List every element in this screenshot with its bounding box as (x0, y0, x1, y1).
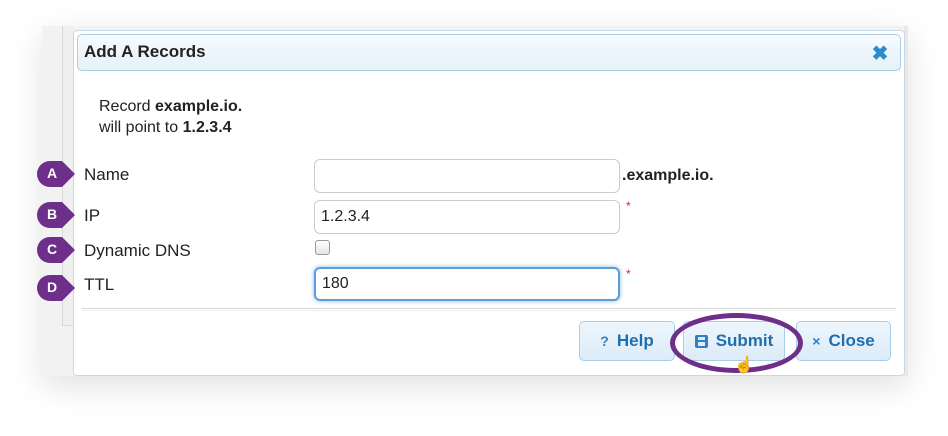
dialog-title: Add A Records (84, 42, 206, 61)
record-summary: Record example.io. will point to 1.2.3.4 (99, 96, 242, 138)
submit-label: Submit (715, 331, 774, 350)
hand-cursor-icon: ☝ (734, 357, 754, 374)
record-prefix: Record (99, 98, 151, 115)
point-line: will point to 1.2.3.4 (99, 117, 242, 138)
button-separator (82, 308, 896, 311)
badge-b: B (36, 201, 76, 229)
save-icon (694, 334, 708, 348)
dynamic-dns-checkbox[interactable] (315, 240, 330, 255)
domain-suffix: .example.io. (622, 167, 714, 184)
question-icon: ? (600, 333, 609, 349)
help-button[interactable]: ? Help (579, 321, 675, 361)
badge-a: A (36, 160, 76, 188)
badge-c: C (36, 236, 76, 264)
point-prefix: will point to (99, 119, 179, 136)
badge-c-letter: C (46, 241, 58, 257)
badge-a-letter: A (46, 165, 58, 181)
record-line: Record example.io. (99, 96, 242, 117)
ttl-required-mark: * (626, 267, 631, 281)
close-label: Close (828, 331, 875, 350)
ttl-input[interactable] (314, 267, 620, 301)
record-domain: example.io. (155, 98, 243, 115)
ttl-label: TTL (84, 275, 115, 294)
screen: Add A Records ✖ Record example.io. will … (0, 0, 948, 436)
help-label: Help (616, 331, 654, 350)
badge-b-letter: B (46, 206, 58, 222)
badge-d: D (36, 274, 76, 302)
ip-input[interactable] (314, 200, 620, 234)
ip-required-mark: * (626, 199, 631, 213)
close-icon: × (812, 333, 821, 349)
dialog-close-icon[interactable]: ✖ (870, 43, 890, 65)
dialog-titlebar[interactable]: Add A Records ✖ (77, 34, 901, 71)
dynamic-dns-label: Dynamic DNS (84, 241, 191, 260)
name-label: Name (84, 165, 130, 184)
ip-label: IP (84, 206, 101, 225)
point-ip: 1.2.3.4 (182, 119, 232, 136)
name-input[interactable] (314, 159, 620, 193)
add-a-records-dialog: Add A Records ✖ Record example.io. will … (73, 30, 905, 376)
badge-d-letter: D (46, 279, 58, 295)
close-button[interactable]: × Close (796, 321, 891, 361)
